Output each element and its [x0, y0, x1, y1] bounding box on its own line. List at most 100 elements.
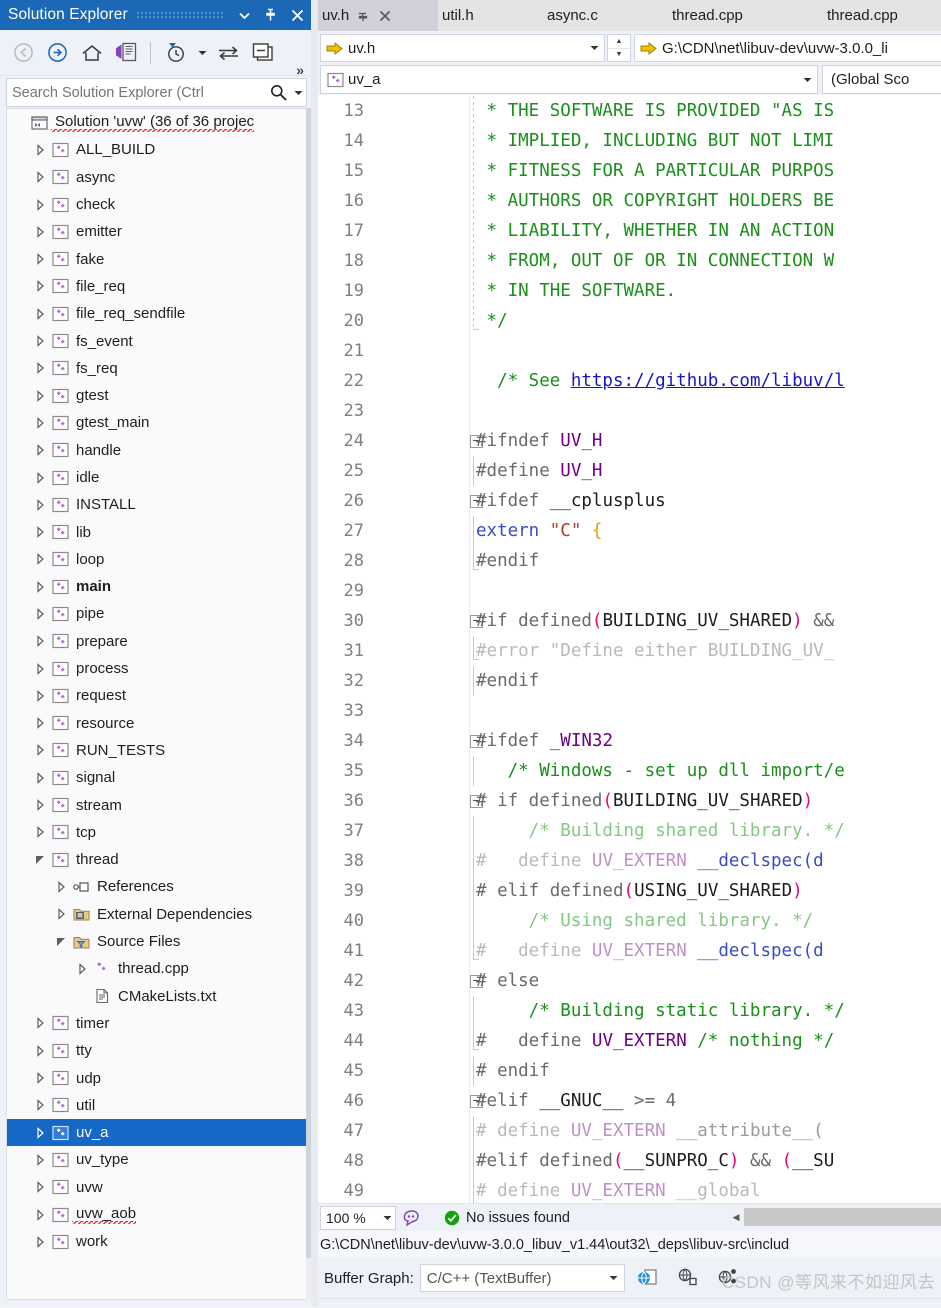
- project-scope-dropdown[interactable]: uv_a: [320, 65, 818, 94]
- tree-item-uvw-aob[interactable]: uvw_aob: [7, 1201, 306, 1228]
- tree-item-uv-a[interactable]: uv_a: [7, 1118, 306, 1147]
- back-icon[interactable]: [8, 37, 39, 68]
- code-line[interactable]: 13 * THE SOFTWARE IS PROVIDED "AS IS: [318, 96, 941, 126]
- tree-item-external-dependencies[interactable]: External Dependencies: [7, 901, 306, 928]
- chevron-right-icon[interactable]: [32, 573, 49, 600]
- intellisense-icon[interactable]: [396, 1209, 424, 1228]
- close-icon[interactable]: [283, 0, 311, 30]
- chevron-right-icon[interactable]: [32, 164, 49, 191]
- search-box[interactable]: [6, 78, 307, 107]
- code-line[interactable]: 33: [318, 696, 941, 726]
- code-line[interactable]: 16 * AUTHORS OR COPYRIGHT HOLDERS BE: [318, 186, 941, 216]
- code-line[interactable]: 27 extern "C" {: [318, 516, 941, 546]
- chevron-right-icon[interactable]: [32, 1092, 49, 1119]
- code-line[interactable]: 18 * FROM, OUT OF OR IN CONNECTION W: [318, 246, 941, 276]
- code-line[interactable]: 26 #ifdef __cplusplus: [318, 486, 941, 516]
- tree-item-timer[interactable]: timer: [7, 1010, 306, 1037]
- globe-page-icon[interactable]: [633, 1263, 663, 1293]
- tree-item-lib[interactable]: lib: [7, 518, 306, 545]
- editor-tab-thread-cpp[interactable]: thread.cpp: [823, 0, 941, 31]
- code-line[interactable]: 15 * FITNESS FOR A PARTICULAR PURPOS: [318, 156, 941, 186]
- pending-changes-icon[interactable]: [160, 37, 191, 68]
- chevron-right-icon[interactable]: [32, 737, 49, 764]
- tree-item-idle[interactable]: idle: [7, 464, 306, 491]
- code-line[interactable]: 44 # define UV_EXTERN /* nothing */: [318, 1026, 941, 1056]
- code-line[interactable]: 20 */: [318, 306, 941, 336]
- tree-item-main[interactable]: main: [7, 573, 306, 600]
- tree-item-request[interactable]: request: [7, 682, 306, 709]
- chevron-right-icon[interactable]: [32, 300, 49, 327]
- toolbar-overflow-button[interactable]: »: [296, 62, 305, 78]
- code-line[interactable]: 31 #error "Define either BUILDING_UV_: [318, 636, 941, 666]
- tree-item-tty[interactable]: tty: [7, 1037, 306, 1064]
- chevron-right-icon[interactable]: [32, 710, 49, 737]
- code-line[interactable]: 24 #ifndef UV_H: [318, 426, 941, 456]
- code-line[interactable]: 30 #if defined(BUILDING_UV_SHARED) &&: [318, 606, 941, 636]
- code-line[interactable]: 17 * LIABILITY, WHETHER IN AN ACTION: [318, 216, 941, 246]
- editor-horizontal-scrollbar[interactable]: ◀: [728, 1206, 941, 1228]
- fold-gutter[interactable]: [470, 696, 484, 726]
- close-icon[interactable]: [374, 0, 395, 31]
- chevron-down-icon[interactable]: [194, 37, 210, 68]
- tree-item-thread[interactable]: thread: [7, 846, 306, 873]
- code-line[interactable]: 22 /* See https://github.com/libuv/l: [318, 366, 941, 396]
- chevron-right-icon[interactable]: [74, 955, 91, 982]
- chevron-right-icon[interactable]: [32, 246, 49, 273]
- chevron-right-icon[interactable]: [32, 1010, 49, 1037]
- chevron-right-icon[interactable]: [32, 437, 49, 464]
- chevron-right-icon[interactable]: [32, 819, 49, 846]
- chevron-right-icon[interactable]: [32, 491, 49, 518]
- chevron-right-icon[interactable]: [32, 1119, 49, 1146]
- code-line[interactable]: 39 # elif defined(USING_UV_SHARED): [318, 876, 941, 906]
- chevron-right-icon[interactable]: [32, 600, 49, 627]
- code-line[interactable]: 41 # define UV_EXTERN __declspec(d: [318, 936, 941, 966]
- chevron-down-icon[interactable]: [53, 928, 70, 955]
- chevron-right-icon[interactable]: [32, 409, 49, 436]
- chevron-right-icon[interactable]: [32, 764, 49, 791]
- tree-item-tcp[interactable]: tcp: [7, 819, 306, 846]
- code-line[interactable]: 21: [318, 336, 941, 366]
- chevron-right-icon[interactable]: [32, 1201, 49, 1228]
- tree-item-fs-event[interactable]: fs_event: [7, 327, 306, 354]
- tree-item-check[interactable]: check: [7, 191, 306, 218]
- code-line[interactable]: 23: [318, 396, 941, 426]
- chevron-right-icon[interactable]: [32, 1146, 49, 1173]
- chevron-right-icon[interactable]: [32, 191, 49, 218]
- nav-spinner[interactable]: ▲ ▼: [607, 34, 631, 62]
- code-line[interactable]: 45 # endif: [318, 1056, 941, 1086]
- chevron-right-icon[interactable]: [32, 136, 49, 163]
- file-dropdown[interactable]: uv.h: [320, 34, 605, 62]
- code-line[interactable]: 28 #endif: [318, 546, 941, 576]
- tree-item-async[interactable]: async: [7, 164, 306, 191]
- tree-item-run-tests[interactable]: RUN_TESTS: [7, 737, 306, 764]
- code-line[interactable]: 49 # define UV_EXTERN __global: [318, 1176, 941, 1203]
- tree-item-file-req-sendfile[interactable]: file_req_sendfile: [7, 300, 306, 327]
- fold-gutter[interactable]: [470, 336, 484, 366]
- chevron-right-icon[interactable]: [32, 1037, 49, 1064]
- code-line[interactable]: 47 # define UV_EXTERN __attribute__(: [318, 1116, 941, 1146]
- chevron-down-icon[interactable]: [604, 1275, 624, 1281]
- editor-tab-thread-cpp[interactable]: thread.cpp: [668, 0, 823, 31]
- tree-item-loop[interactable]: loop: [7, 546, 306, 573]
- chevron-down-icon[interactable]: [797, 77, 817, 83]
- tree-item-udp[interactable]: udp: [7, 1064, 306, 1091]
- sync-with-active-document-icon[interactable]: [213, 37, 244, 68]
- tree-item-handle[interactable]: handle: [7, 437, 306, 464]
- tree-item-references[interactable]: References: [7, 873, 306, 900]
- home-icon[interactable]: [76, 37, 107, 68]
- tree-item-prepare[interactable]: prepare: [7, 628, 306, 655]
- code-token[interactable]: https://github.com/libuv/l: [571, 371, 845, 391]
- buffer-graph-dropdown[interactable]: C/C++ (TextBuffer): [419, 1264, 625, 1292]
- chevron-right-icon[interactable]: [32, 655, 49, 682]
- pin-icon[interactable]: [353, 0, 374, 31]
- pin-icon[interactable]: [257, 0, 283, 30]
- spinner-up-icon[interactable]: ▲: [608, 35, 630, 49]
- tree-item-signal[interactable]: signal: [7, 764, 306, 791]
- issues-status[interactable]: No issues found: [444, 1210, 570, 1226]
- chevron-right-icon[interactable]: [32, 218, 49, 245]
- code-line[interactable]: 14 * IMPLIED, INCLUDING BUT NOT LIMI: [318, 126, 941, 156]
- code-line[interactable]: 36 # if defined(BUILDING_UV_SHARED): [318, 786, 941, 816]
- code-line[interactable]: 19 * IN THE SOFTWARE.: [318, 276, 941, 306]
- tree-item-fs-req[interactable]: fs_req: [7, 355, 306, 382]
- code-line[interactable]: 48 #elif defined(__SUNPRO_C) && (__SU: [318, 1146, 941, 1176]
